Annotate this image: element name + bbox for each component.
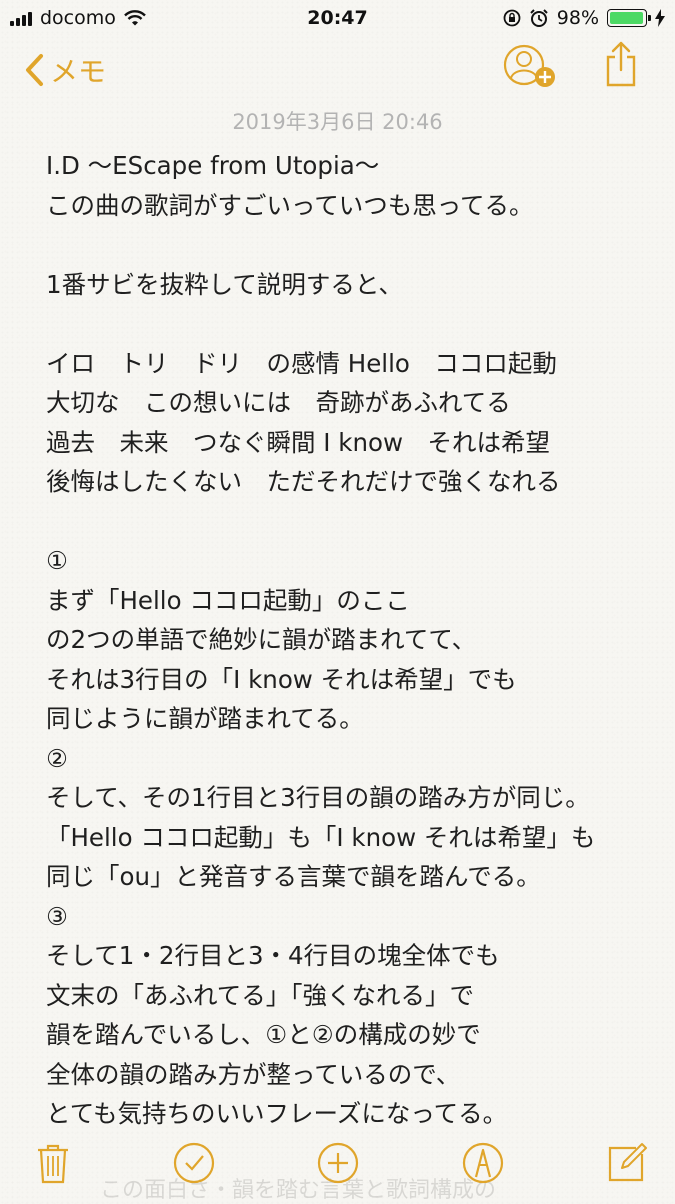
- markup-icon: [462, 1142, 504, 1184]
- compose-button[interactable]: [602, 1138, 652, 1188]
- note-line: 「Hello ココロ起動」も「I know それは希望」も: [46, 822, 596, 852]
- add-icon: [317, 1142, 359, 1184]
- note-line: 同じ「ou」と発音する言葉で韻を踏んでる。: [46, 862, 541, 891]
- note-line: 全体の韻の踏み方が整っているので、: [46, 1059, 461, 1089]
- note-line: の2つの単語で絶妙に韻が踏まれてて、: [46, 625, 477, 654]
- note-line: そして、その1行目と3行目の韻の踏み方が同じ。: [46, 783, 590, 812]
- note-line: I.D 〜EScape from Utopia〜: [46, 151, 380, 180]
- back-chevron-icon: [26, 54, 43, 86]
- note-line: 韻を踏んでいるし、①と②の構成の妙で: [46, 1020, 481, 1049]
- note-line: 後悔はしたくない ただそれだけで強くなれる: [46, 467, 561, 496]
- back-label: メモ: [50, 55, 107, 88]
- battery-percent: 98%: [556, 7, 599, 29]
- note-line: ①: [46, 546, 68, 575]
- share-button[interactable]: [604, 40, 638, 92]
- delete-button[interactable]: [28, 1138, 78, 1188]
- compose-icon: [608, 1143, 647, 1182]
- note-line: そして1・2行目と3・4行目の塊全体でも: [46, 941, 500, 970]
- add-button[interactable]: [313, 1138, 363, 1188]
- note-line: 1番サビを抜粋して説明すると、: [46, 269, 403, 299]
- note-line: [46, 225, 656, 265]
- rotation-lock-icon: [503, 9, 521, 27]
- note-line: ②: [46, 743, 68, 773]
- note-line: 同じように韻が踏まれてる。: [46, 704, 364, 733]
- navigation-bar: メモ: [0, 36, 675, 106]
- checklist-icon: [173, 1142, 215, 1184]
- note-line: それは3行目の「I know それは希望」でも: [46, 664, 517, 694]
- back-button[interactable]: メモ: [24, 50, 106, 90]
- status-bar: docomo 20:47 98%: [0, 0, 675, 36]
- note-body[interactable]: I.D 〜EScape from Utopia〜この曲の歌詞がすごいっていつも思…: [46, 146, 656, 1146]
- note-line: とても気持ちのいいフレーズになってる。: [46, 1099, 508, 1128]
- note-line: この曲の歌詞がすごいっていつも思ってる。: [46, 190, 534, 220]
- add-people-button[interactable]: [502, 42, 560, 96]
- battery-icon: [607, 9, 651, 27]
- status-right: 98%: [503, 7, 665, 29]
- note-line: まず「Hello ココロ起動」のここ: [46, 585, 410, 615]
- note-line: 大切な この想いには 奇跡があふれてる: [46, 388, 511, 417]
- note-line: イロ トリ ドリ の感情 Hello ココロ起動: [46, 348, 557, 378]
- alarm-icon: [530, 9, 548, 27]
- charging-icon: [655, 9, 665, 27]
- add-people-icon: [503, 44, 555, 87]
- note-line: [46, 304, 656, 344]
- bottom-toolbar: [0, 1130, 675, 1200]
- note-line: [46, 502, 656, 542]
- trash-icon: [38, 1144, 68, 1184]
- markup-button[interactable]: [458, 1138, 508, 1188]
- note-line: ③: [46, 901, 68, 931]
- note-line: 過去 未来 つなぐ瞬間 I know それは希望: [46, 427, 551, 457]
- note-date: 2019年3月6日 20:46: [232, 110, 443, 134]
- share-icon: [606, 41, 636, 87]
- note-line: 文末の「あふれてる」「強くなれる」で: [46, 980, 475, 1010]
- checklist-button[interactable]: [169, 1138, 219, 1188]
